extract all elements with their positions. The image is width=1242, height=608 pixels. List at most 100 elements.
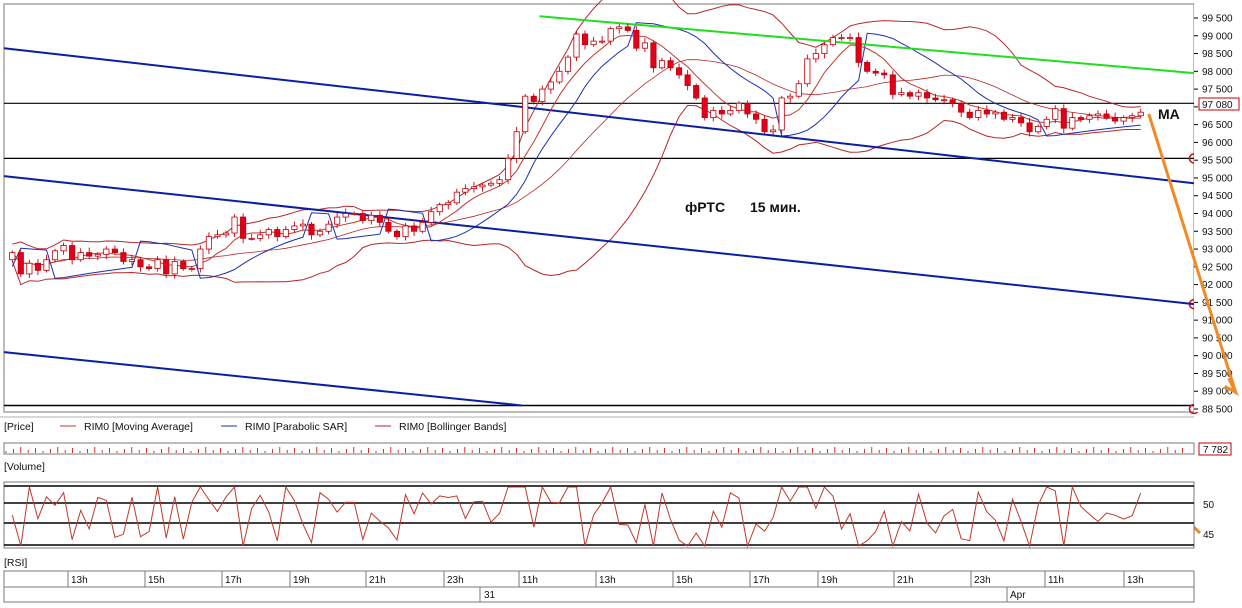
candle-body: [291, 225, 298, 230]
hour-label: 23h: [447, 575, 464, 586]
candle-body: [829, 37, 837, 46]
indicator-legend: [Price] RIM0 [Moving Average] RIM0 [Para…: [0, 416, 1194, 433]
candle-body: [1000, 111, 1007, 120]
y-tick-label: 92 500: [1202, 262, 1233, 273]
candle-body: [240, 216, 247, 239]
candle-body: [342, 213, 349, 218]
candle-body: [51, 250, 59, 261]
current-price-value: 97 080: [1202, 100, 1233, 111]
candle-body: [650, 42, 657, 69]
candle-body: [599, 40, 606, 43]
price-panel[interactable]: фРТС 15 мин. MA: [3, 0, 1200, 415]
candle-body: [308, 223, 315, 236]
y-tick-label: 95 500: [1202, 156, 1233, 167]
volume-panel[interactable]: 7 782 [Volume]: [3, 442, 1232, 473]
hour-label: 13h: [1127, 575, 1144, 586]
hour-label: 21h: [897, 575, 914, 586]
candle-body: [248, 237, 255, 240]
candle-body: [479, 184, 486, 188]
y-tick-label: 88 500: [1202, 405, 1233, 416]
candle-body: [676, 67, 683, 76]
rsi-panel[interactable]: 50 45 [RSI]: [3, 481, 1215, 569]
candle-body: [898, 92, 905, 95]
candle-body: [872, 70, 879, 74]
chart-window: фРТС 15 мин. MA 99 500 99 000 98 500 98 000…: [0, 0, 1240, 603]
price-axis[interactable]: 99 50099 00098 50098 00097 50097 00096 5…: [1194, 4, 1240, 416]
candle-body: [838, 37, 845, 39]
y-tick-label: 99 500: [1202, 14, 1233, 25]
candle-body: [949, 99, 956, 104]
legend-sar: RIM0 [Parabolic SAR]: [245, 421, 347, 433]
candle-body: [257, 234, 264, 239]
hour-label: 17h: [225, 575, 242, 586]
candle-body: [1103, 113, 1110, 118]
timeframe-label: 15 мин.: [750, 199, 801, 215]
candle-body: [693, 85, 700, 99]
candle-body: [513, 131, 520, 159]
volume-value: 7 782: [1203, 445, 1228, 456]
y-tick-label: 98 500: [1202, 49, 1233, 60]
y-tick-label: 92 000: [1202, 280, 1233, 291]
y-tick-label: 93 000: [1202, 245, 1233, 256]
candle-body: [941, 99, 948, 102]
candle-body: [94, 253, 101, 257]
candle-body: [804, 58, 811, 85]
candle-body: [881, 72, 888, 76]
candle-body: [419, 221, 426, 232]
candle-body: [787, 95, 794, 99]
candle-body: [60, 245, 67, 252]
candle-body: [385, 221, 392, 232]
candle-body: [351, 213, 358, 215]
candle-body: [436, 204, 443, 213]
candle-body: [727, 110, 734, 115]
hour-label: 11h: [522, 575, 538, 586]
candle-body: [137, 259, 144, 268]
candle-body: [966, 111, 973, 118]
candle-body: [146, 266, 153, 269]
candle-body: [718, 110, 725, 115]
candle-body: [171, 261, 178, 275]
candle-body: [505, 158, 512, 181]
candle-body: [633, 30, 640, 49]
rsi-tick-45: 45: [1203, 530, 1215, 541]
volume-label: [Volume]: [4, 461, 45, 473]
candle-body: [684, 74, 691, 86]
candle-body: [9, 252, 16, 261]
candle-body: [34, 262, 41, 271]
candle-body: [1035, 126, 1042, 133]
y-tick-label: 90 000: [1202, 351, 1233, 362]
y-tick-label: 91 000: [1202, 316, 1233, 327]
legend-ma: RIM0 [Moving Average]: [84, 421, 193, 433]
y-tick-label: 96 000: [1202, 138, 1233, 149]
y-tick-label: 94 000: [1202, 209, 1233, 220]
candle-body: [86, 252, 93, 257]
candle-body: [564, 56, 572, 72]
candle-body: [915, 92, 922, 97]
candle-body: [1026, 122, 1033, 133]
y-tick-label: 94 500: [1202, 191, 1233, 202]
candle-body: [556, 70, 563, 83]
candle-body: [539, 88, 546, 102]
candle-body: [855, 37, 862, 63]
candle-body: [752, 113, 760, 120]
candle-body: [530, 95, 537, 102]
candle-body: [735, 102, 742, 111]
y-tick-label: 98 000: [1202, 67, 1233, 78]
candle-body: [188, 268, 195, 270]
candle-body: [163, 259, 170, 275]
candle-body: [761, 118, 768, 133]
candle-body: [864, 62, 871, 72]
candle-body: [573, 33, 580, 58]
candle-body: [923, 92, 931, 99]
candle-body: [180, 261, 187, 269]
hour-label: 23h: [974, 575, 991, 586]
candle-body: [641, 42, 648, 49]
candle-body: [906, 92, 913, 97]
candle-body: [770, 129, 777, 133]
ma-annotation: MA: [1158, 106, 1180, 122]
y-tick-label: 97 500: [1202, 85, 1233, 96]
time-axis[interactable]: 13h 15h 17h 19h 21h 23h 11h 13h 15h 17h 19h 21h 23h 1…: [3, 570, 1195, 603]
candle-body: [316, 230, 324, 236]
candle-body: [265, 229, 272, 236]
candle-body: [1086, 115, 1093, 120]
